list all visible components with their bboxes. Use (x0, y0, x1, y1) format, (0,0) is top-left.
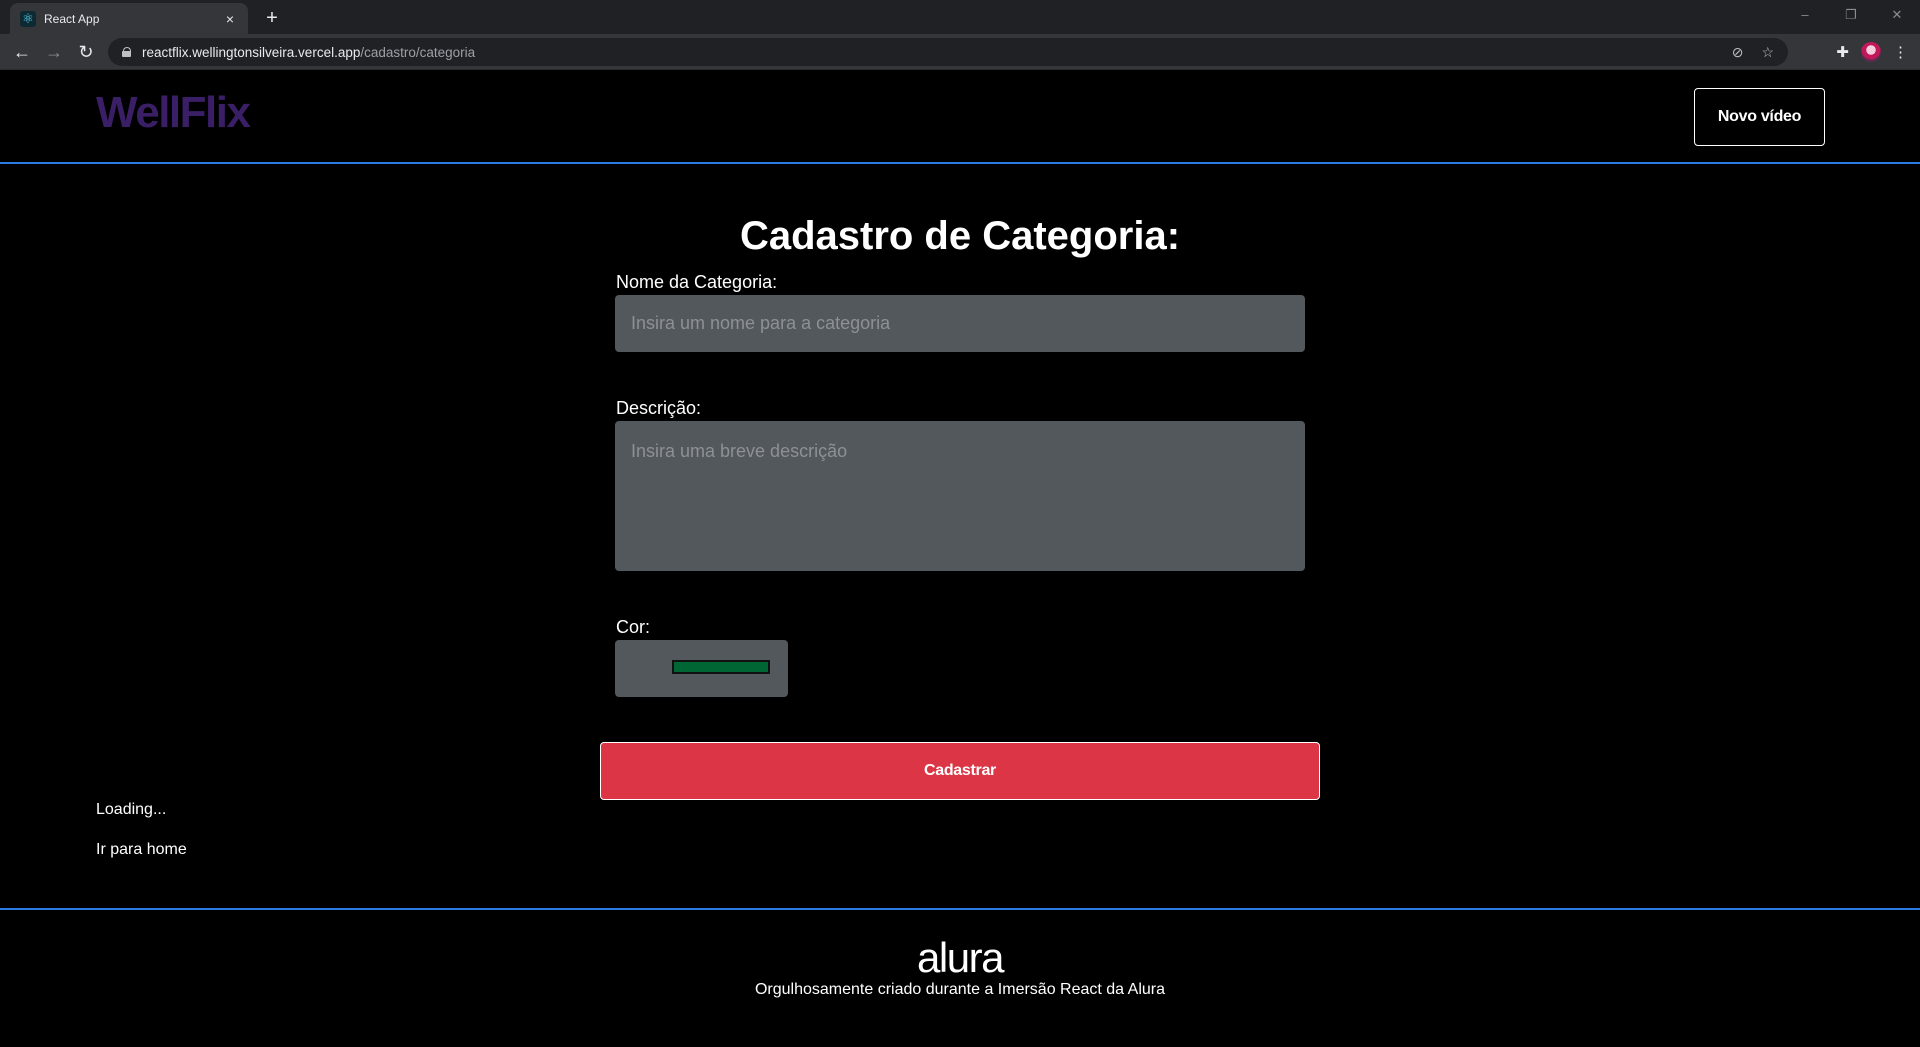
browser-chrome: ⚛ React App × + – ❐ ✕ ← → ↻ reactflix.we… (0, 0, 1920, 70)
browser-tab[interactable]: ⚛ React App × (10, 3, 248, 34)
minimize-icon[interactable]: – (1782, 0, 1828, 30)
app-root: WellFlix Novo vídeo Cadastro de Categori… (0, 70, 1920, 1047)
tab-title: React App (44, 11, 100, 26)
app-header: WellFlix Novo vídeo (0, 70, 1920, 164)
color-picker-input[interactable] (615, 640, 788, 697)
color-swatch (672, 660, 770, 674)
url-path: /cadastro/categoria (360, 44, 476, 60)
category-name-input[interactable]: Insira um nome para a categoria (615, 295, 1305, 352)
footer: alura Orgulhosamente criado durante a Im… (0, 908, 1920, 1047)
extensions-puzzle-icon[interactable]: ✚ (1836, 43, 1849, 61)
browser-toolbar: ← → ↻ reactflix.wellingtonsilveira.verce… (0, 34, 1920, 70)
color-label: Cor: (616, 617, 651, 637)
bookmark-star-icon[interactable]: ☆ (1761, 44, 1774, 61)
close-tab-icon[interactable]: × (222, 11, 238, 27)
url-text: reactflix.wellingtonsilveira.vercel.app/… (142, 45, 475, 60)
window-controls: – ❐ ✕ (1782, 0, 1920, 30)
tab-strip: ⚛ React App × + – ❐ ✕ (0, 0, 1920, 34)
extensions-area: ✚ ⋮ (1836, 38, 1920, 66)
footer-text: Orgulhosamente criado durante a Imersão … (754, 981, 1165, 998)
back-icon[interactable]: ← (8, 38, 36, 66)
omnibox-icons: ⊘ ☆ (1732, 38, 1774, 66)
new-tab-button[interactable]: + (258, 4, 286, 32)
profile-avatar[interactable] (1861, 42, 1881, 62)
description-textarea[interactable]: Insira uma breve descrição (615, 421, 1305, 571)
close-window-icon[interactable]: ✕ (1874, 0, 1920, 30)
loading-text: Loading... (96, 801, 167, 818)
reload-icon[interactable]: ↻ (72, 38, 100, 66)
home-link[interactable]: Ir para home (96, 841, 187, 859)
address-bar[interactable]: reactflix.wellingtonsilveira.vercel.app/… (108, 38, 1788, 66)
restore-icon[interactable]: ❐ (1828, 0, 1874, 30)
alura-logo[interactable]: alura (0, 934, 1920, 982)
url-host: reactflix.wellingtonsilveira.vercel.app (142, 44, 361, 60)
wellflix-logo[interactable]: WellFlix (96, 88, 251, 138)
submit-button[interactable]: Cadastrar (600, 742, 1320, 800)
page-title: Cadastro de Categoria: (739, 214, 1181, 258)
description-label: Descrição: (616, 398, 702, 418)
forward-icon[interactable]: → (40, 38, 68, 66)
tracking-protection-icon[interactable]: ⊘ (1732, 44, 1744, 61)
browser-menu-icon[interactable]: ⋮ (1893, 43, 1908, 61)
lock-icon (122, 47, 132, 57)
react-favicon-icon: ⚛ (20, 10, 36, 27)
category-name-label: Nome da Categoria: (616, 272, 778, 292)
new-video-button[interactable]: Novo vídeo (1694, 88, 1825, 146)
